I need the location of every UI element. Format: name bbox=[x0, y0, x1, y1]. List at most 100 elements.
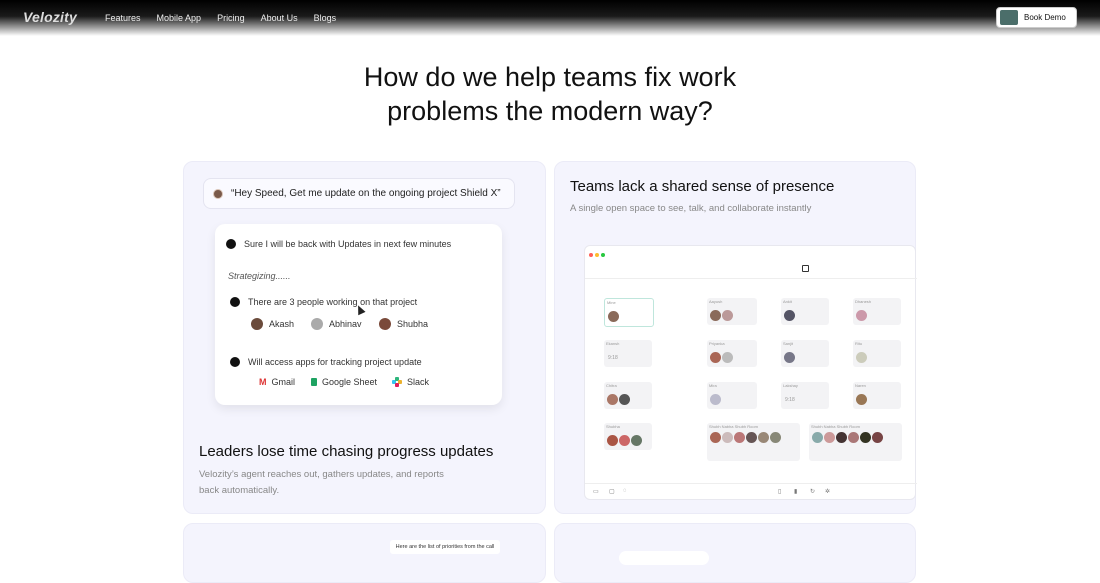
room-label: Chitra bbox=[606, 383, 617, 388]
person-chip-shubha: Shubha bbox=[376, 315, 434, 332]
room-card[interactable]: Lakshay 9:18 bbox=[781, 382, 829, 409]
room-avatars bbox=[710, 394, 721, 405]
room-label: Dhanesh bbox=[855, 299, 872, 304]
prompt-text: “Hey Speed, Get me update on the ongoing… bbox=[231, 188, 501, 199]
room-avatars bbox=[856, 352, 867, 363]
room-card[interactable]: Aayush bbox=[707, 298, 757, 325]
status-text: Strategizing...... bbox=[228, 271, 291, 281]
room-card[interactable]: Shubha bbox=[604, 423, 652, 450]
room-avatars bbox=[710, 352, 733, 363]
nav-links: Features Mobile App Pricing About Us Blo… bbox=[105, 13, 352, 23]
room-card[interactable]: Chitra bbox=[604, 382, 652, 409]
reply-1: Sure I will be back with Updates in next… bbox=[244, 239, 452, 249]
app-gmail: M Gmail bbox=[259, 377, 295, 387]
book-demo-button[interactable]: Book Demo bbox=[996, 7, 1077, 28]
mic-icon[interactable]: ▮ bbox=[794, 488, 797, 495]
divider bbox=[585, 483, 917, 484]
app-name: Slack bbox=[407, 377, 430, 387]
room-label: Naren bbox=[855, 383, 866, 388]
reply-3: Will access apps for tracking project up… bbox=[248, 357, 422, 367]
room-avatars bbox=[856, 394, 867, 405]
person-chip-abhinav: Abhinav bbox=[308, 315, 368, 332]
card-description: Velozity’s agent reaches out, gathers up… bbox=[199, 467, 444, 499]
refresh-icon[interactable]: ↻ bbox=[810, 488, 815, 495]
person-name: Abhinav bbox=[329, 318, 362, 329]
room-card[interactable]: Shubh Nabha Shubh Room bbox=[707, 423, 800, 461]
room-time: 9:18 bbox=[608, 355, 618, 361]
room-label: Lakshay bbox=[783, 383, 798, 388]
lock-icon[interactable]: ▯ bbox=[778, 488, 781, 495]
room-label: Sanjit bbox=[783, 341, 794, 346]
person-name: Akash bbox=[269, 318, 295, 329]
desc-line: back automatically. bbox=[199, 485, 280, 496]
room-card[interactable]: Sanjit bbox=[781, 340, 829, 367]
google-sheet-icon bbox=[311, 378, 317, 386]
room-card[interactable]: Mira bbox=[707, 382, 757, 409]
divider bbox=[585, 278, 917, 279]
agent-dot-icon bbox=[226, 239, 236, 249]
room-label: Shubha bbox=[606, 424, 620, 429]
room-avatars bbox=[812, 432, 883, 443]
avatar bbox=[251, 317, 263, 330]
close-dot-icon bbox=[589, 253, 593, 257]
room-label: Mira bbox=[709, 383, 717, 388]
card-4-preview bbox=[619, 551, 709, 565]
app-google-sheet: Google Sheet bbox=[311, 377, 377, 387]
maximize-dot-icon bbox=[601, 253, 605, 257]
title-line-2: problems the modern way? bbox=[387, 96, 713, 126]
agent-dot-icon bbox=[230, 357, 240, 367]
agent-dot-icon bbox=[230, 297, 240, 307]
screen-icon[interactable]: ▭ bbox=[593, 488, 599, 495]
room-card[interactable]: Ekansh 9:18 bbox=[604, 340, 652, 367]
person-chip-akash: Akash bbox=[248, 315, 300, 332]
room-card[interactable]: Priyanka bbox=[707, 340, 757, 367]
room-label: Aayush bbox=[709, 299, 723, 304]
top-nav: Velozity Features Mobile App Pricing Abo… bbox=[0, 0, 1100, 36]
room-card[interactable]: Shubh Nabha Shubh Room bbox=[809, 423, 902, 461]
room-card[interactable]: Ankit bbox=[781, 298, 829, 325]
room-card[interactable]: Mine bbox=[604, 298, 654, 327]
card-title: Leaders lose time chasing progress updat… bbox=[199, 443, 494, 460]
room-time: 9:18 bbox=[785, 397, 795, 403]
room-avatars bbox=[710, 432, 781, 443]
nav-link-features[interactable]: Features bbox=[105, 13, 141, 23]
chat-icon[interactable]: ▢ bbox=[609, 488, 615, 495]
minimize-dot-icon bbox=[595, 253, 599, 257]
room-label: Priyanka bbox=[709, 341, 725, 346]
room-label: Shubh Nabha Shubh Room bbox=[811, 424, 860, 429]
desc-line: Velozity’s agent reaches out, gathers up… bbox=[199, 469, 444, 480]
room-avatars bbox=[784, 310, 795, 321]
room-card[interactable]: Ritu bbox=[853, 340, 901, 367]
settings-icon[interactable]: ✲ bbox=[825, 488, 830, 495]
app-slack: Slack bbox=[392, 377, 429, 387]
reply-2: There are 3 people working on that proje… bbox=[248, 297, 418, 307]
nav-link-mobile-app[interactable]: Mobile App bbox=[157, 13, 202, 23]
room-avatars bbox=[608, 311, 619, 322]
room-label: Mine bbox=[607, 300, 616, 305]
logo[interactable]: Velozity bbox=[23, 9, 77, 25]
voice-prompt: “Hey Speed, Get me update on the ongoing… bbox=[203, 178, 515, 209]
message-icon[interactable]: ◌ bbox=[623, 488, 627, 494]
room-card[interactable]: Naren bbox=[853, 382, 901, 409]
page-title: How do we help teams fix work problems t… bbox=[0, 60, 1100, 128]
slack-icon bbox=[392, 377, 402, 387]
person-name: Shubha bbox=[397, 318, 429, 329]
room-label: Ekansh bbox=[606, 341, 620, 346]
feature-card-4 bbox=[554, 523, 916, 583]
demo-thumbnail-icon bbox=[1000, 10, 1018, 25]
gmail-icon: M bbox=[259, 377, 267, 387]
app-name: Google Sheet bbox=[322, 377, 378, 387]
room-label: Ankit bbox=[783, 299, 792, 304]
nav-link-pricing[interactable]: Pricing bbox=[217, 13, 245, 23]
room-avatars bbox=[856, 310, 867, 321]
card-description: A single open space to see, talk, and co… bbox=[570, 203, 812, 214]
room-label: Ritu bbox=[855, 341, 863, 346]
avatar bbox=[379, 317, 391, 330]
priorities-popup: Here are the list of priorities from the… bbox=[390, 540, 500, 554]
nav-link-about-us[interactable]: About Us bbox=[261, 13, 298, 23]
room-avatars bbox=[607, 435, 642, 446]
nav-link-blogs[interactable]: Blogs bbox=[314, 13, 337, 23]
app-window-preview: Mine Aayush Ankit Dhanesh Ekansh 9:18 Pr… bbox=[584, 245, 917, 500]
user-avatar bbox=[213, 188, 223, 199]
room-card[interactable]: Dhanesh bbox=[853, 298, 901, 325]
